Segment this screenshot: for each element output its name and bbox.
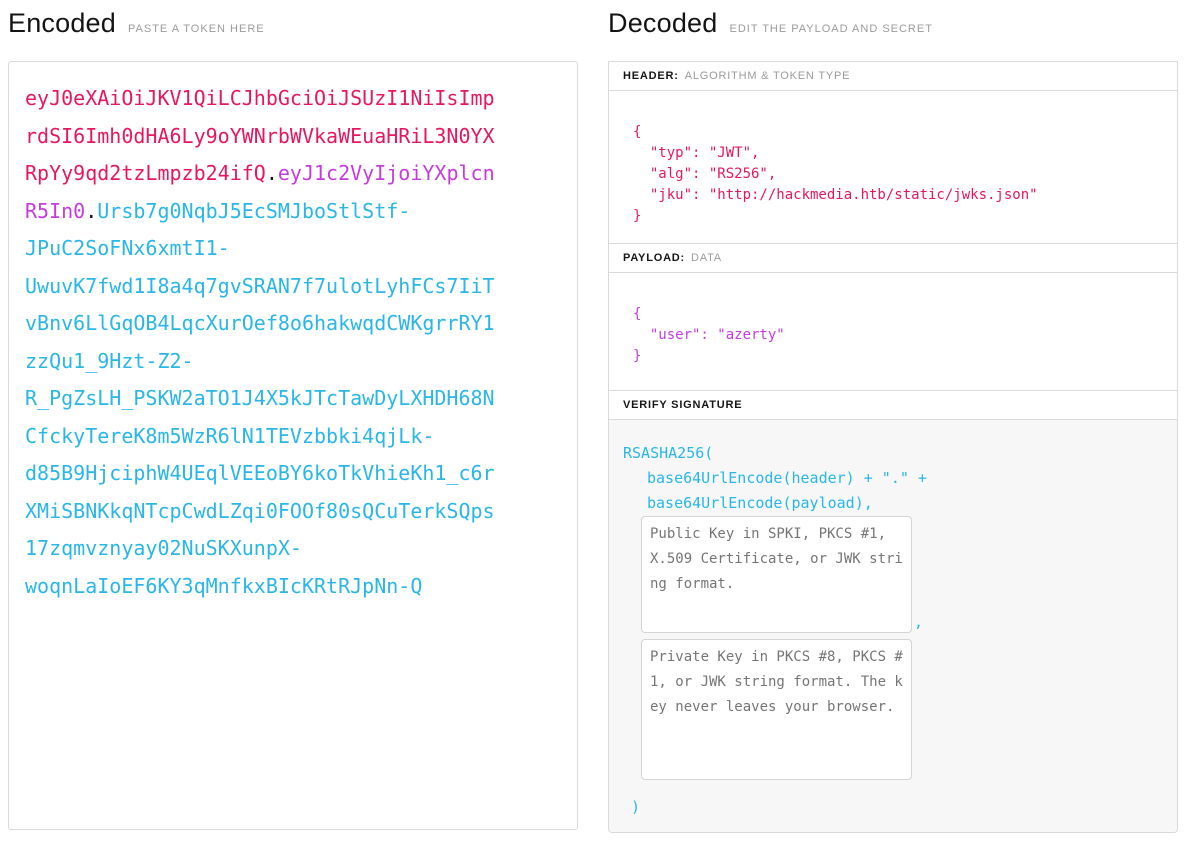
signature-algorithm-line: RSASHA256(: [623, 441, 1163, 466]
signature-closing-paren: ): [631, 795, 1163, 820]
header-section: HEADER: ALGORITHM & TOKEN TYPE { "typ": …: [608, 61, 1178, 244]
payload-sublabel: DATA: [691, 252, 722, 264]
header-json-editor[interactable]: { "typ": "JWT", "alg": "RS256", "jku": "…: [609, 91, 1177, 243]
payload-section: PAYLOAD: DATA { "user": "azerty" }: [608, 243, 1178, 391]
header-sublabel: ALGORITHM & TOKEN TYPE: [685, 70, 851, 82]
payload-label: PAYLOAD:: [623, 252, 685, 264]
verify-signature-body: RSASHA256( base64UrlEncode(header) + "."…: [609, 420, 1177, 832]
jwt-token-text[interactable]: eyJ0eXAiOiJKV1QiLCJhbGciOiJSUzI1NiIsImpr…: [25, 80, 501, 605]
private-key-row: [641, 639, 1163, 780]
encoded-panel: Encoded PASTE A TOKEN HERE eyJ0eXAiOiJKV…: [8, 8, 578, 833]
token-separator-2: .: [85, 199, 97, 223]
encoded-panel-header: Encoded PASTE A TOKEN HERE: [8, 8, 578, 46]
payload-section-label: PAYLOAD: DATA: [609, 244, 1177, 273]
private-key-input[interactable]: [641, 639, 912, 780]
header-label: HEADER:: [623, 70, 679, 82]
decoded-title: Decoded: [608, 8, 717, 39]
verify-signature-label-row: VERIFY SIGNATURE: [609, 391, 1177, 420]
decoded-panel-header: Decoded EDIT THE PAYLOAD AND SECRET: [608, 8, 1178, 46]
jwt-debugger-page: Encoded PASTE A TOKEN HERE eyJ0eXAiOiJKV…: [0, 0, 1184, 841]
public-key-input[interactable]: [641, 516, 912, 633]
signature-comma: ,: [914, 611, 923, 633]
token-signature-part[interactable]: Ursb7g0NqbJ5EcSMJboStlStf-JPuC2SoFNx6xmt…: [25, 199, 495, 598]
decoded-subtitle: EDIT THE PAYLOAD AND SECRET: [729, 23, 932, 35]
header-section-label: HEADER: ALGORITHM & TOKEN TYPE: [609, 62, 1177, 91]
encoded-token-editor[interactable]: eyJ0eXAiOiJKV1QiLCJhbGciOiJSUzI1NiIsImpr…: [8, 61, 578, 830]
signature-encode-header-line: base64UrlEncode(header) + "." +: [647, 466, 1163, 491]
decoded-panel: Decoded EDIT THE PAYLOAD AND SECRET HEAD…: [608, 8, 1178, 833]
verify-signature-label: VERIFY SIGNATURE: [623, 399, 742, 411]
encoded-subtitle: PASTE A TOKEN HERE: [128, 23, 265, 35]
signature-encode-payload-line: base64UrlEncode(payload),: [647, 491, 1163, 516]
encoded-title: Encoded: [8, 8, 116, 39]
payload-json-editor[interactable]: { "user": "azerty" }: [609, 273, 1177, 390]
verify-signature-section: VERIFY SIGNATURE RSASHA256( base64UrlEnc…: [608, 390, 1178, 833]
token-separator-1: .: [266, 161, 278, 185]
public-key-row: ,: [641, 516, 1163, 633]
